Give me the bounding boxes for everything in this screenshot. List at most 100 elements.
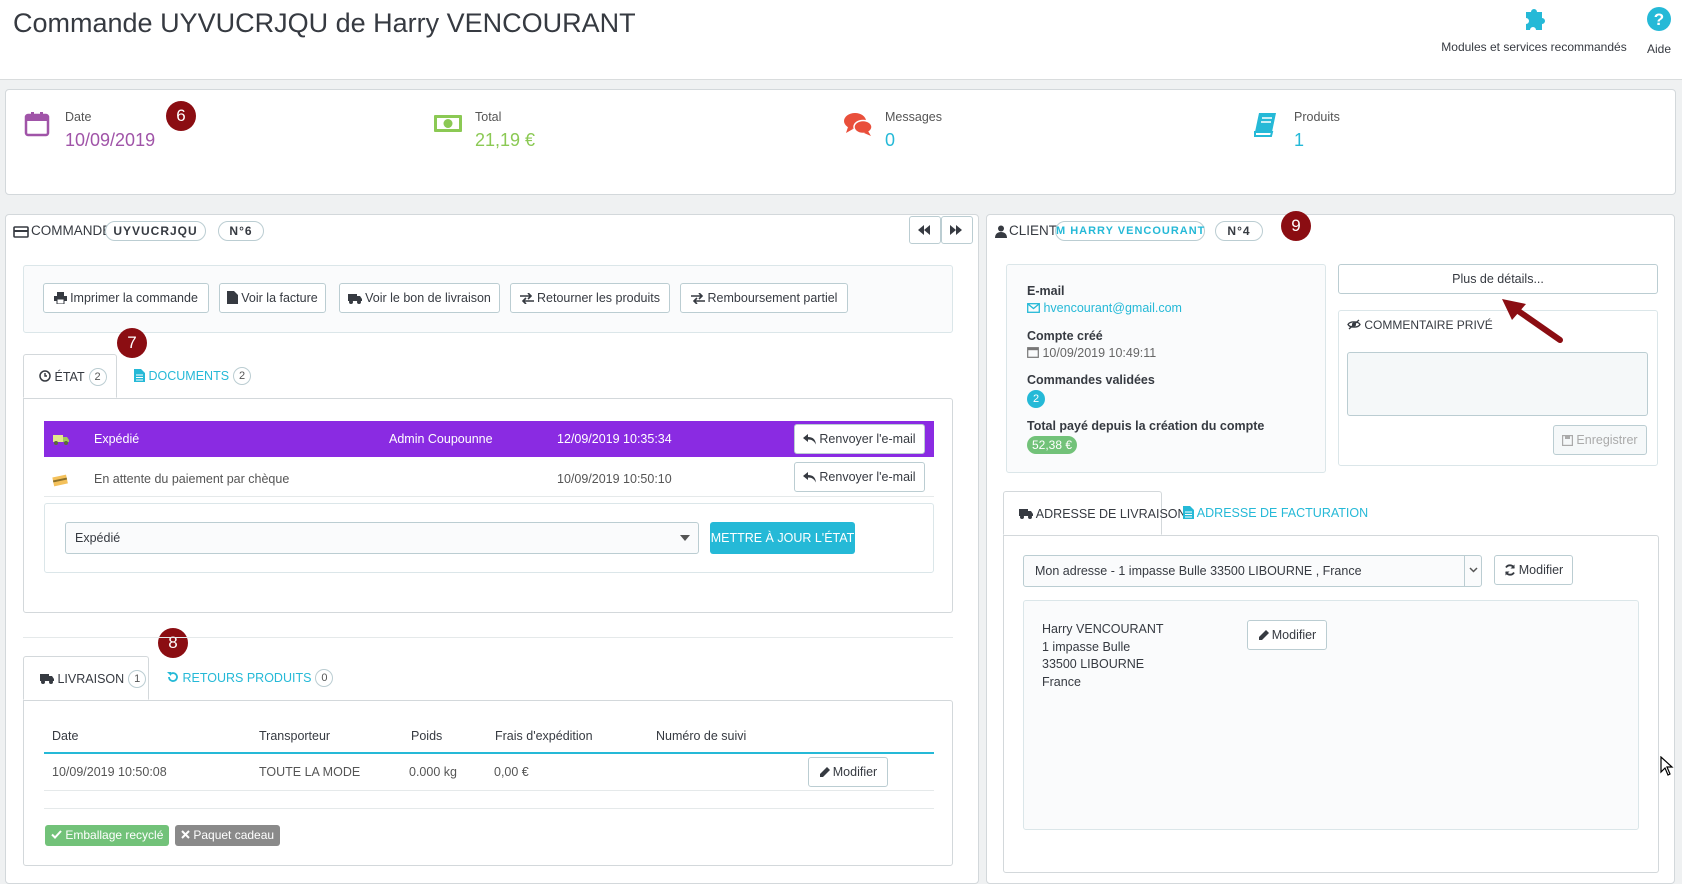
puzzle-icon: [1526, 9, 1545, 30]
address-line: Harry VENCOURANT: [1042, 622, 1164, 636]
tab-documents[interactable]: DOCUMENTS 2: [134, 354, 252, 398]
col-shipping-cost: Frais d'expédition: [495, 729, 593, 743]
reply-icon: [803, 472, 817, 483]
help-label: Aide: [1646, 42, 1672, 56]
file-icon: [227, 291, 239, 304]
callout-6: 6: [166, 101, 196, 131]
address-block: Harry VENCOURANT 1 impasse Bulle 33500 L…: [1042, 621, 1164, 691]
state-select-value: Expédié: [75, 531, 121, 545]
order-number: N°6: [218, 221, 264, 241]
payment-pending-icon: [52, 474, 68, 487]
tab-shipping-label: LIVRAISON: [57, 672, 125, 686]
address-select[interactable]: Mon adresse - 1 impasse Bulle 33500 LIBO…: [1023, 555, 1482, 587]
pencil-icon: [819, 767, 830, 777]
calendar-icon: [24, 112, 50, 137]
state-select[interactable]: Expédié: [65, 522, 699, 554]
email-label: E-mail: [1027, 284, 1065, 298]
svg-text:?: ?: [1654, 10, 1664, 29]
private-comment-textarea[interactable]: [1347, 352, 1648, 416]
view-invoice-button[interactable]: Voir la facture: [219, 283, 326, 313]
tab-product-returns[interactable]: RETOURS PRODUITS 0: [167, 656, 334, 700]
clock-icon: [39, 370, 51, 382]
resend-email-button[interactable]: Renvoyer l'e-mail: [794, 424, 925, 454]
kpi-date-label: Date: [65, 110, 92, 124]
recycled-packaging-badge: Emballage recyclé: [45, 825, 170, 846]
shipping-row: 10/09/2019 10:50:08 TOUTE LA MODE 0.000 …: [44, 755, 934, 791]
caret-down-icon: [680, 535, 690, 541]
tab-shipping[interactable]: LIVRAISON 1: [23, 656, 149, 700]
tab-status[interactable]: ÉTAT 2: [23, 354, 117, 398]
kpi-date-value: 10/09/2019: [65, 130, 156, 150]
shipping-date: 10/09/2019 10:50:08: [52, 765, 167, 779]
previous-order-button[interactable]: [909, 216, 941, 244]
modify-address-select-button[interactable]: Modifier: [1494, 555, 1573, 585]
validated-orders-count: 2: [1027, 390, 1045, 408]
account-created: 10/09/2019 10:49:11: [1027, 346, 1156, 360]
tab-shipping-address[interactable]: ADRESSE DE LIVRAISON: [1003, 491, 1187, 535]
save-icon: [1562, 435, 1574, 447]
page-header: Commande UYVUCRJQU de Harry VENCOURANT M…: [0, 0, 1682, 80]
shipping-carrier: TOUTE LA MODE: [259, 765, 361, 779]
money-icon: [434, 115, 462, 132]
credit-card-icon: [13, 226, 29, 238]
exchange-icon: [520, 292, 534, 305]
tab-status-label: ÉTAT: [54, 370, 85, 384]
page-title: Commande UYVUCRJQU de Harry VENCOURANT: [13, 8, 636, 38]
more-details-button[interactable]: Plus de détails...: [1338, 264, 1658, 294]
client-name-pill[interactable]: M HARRY VENCOURANT: [1055, 221, 1205, 241]
help-icon: ?: [1647, 7, 1671, 31]
file-text-icon: [134, 369, 145, 382]
validated-orders-label: Commandes validées: [1027, 373, 1155, 387]
resend-email-button[interactable]: Renvoyer l'e-mail: [794, 462, 925, 492]
kpi-messages-value: 0: [885, 130, 896, 150]
divider: [44, 808, 934, 809]
check-icon: [51, 830, 62, 839]
order-heading: COMMANDE: [31, 223, 112, 238]
forward-icon: [949, 225, 962, 235]
col-tracking: Numéro de suivi: [656, 729, 747, 743]
callout-8: 8: [158, 628, 188, 658]
print-icon: [54, 292, 68, 305]
mouse-cursor-icon: [1660, 756, 1674, 776]
kpi-panel: Date 10/09/2019 Total 21,19 € Messages 0…: [5, 89, 1676, 195]
partial-refund-button[interactable]: Remboursement partiel: [680, 283, 848, 313]
help-button[interactable]: ? Aide: [1640, 4, 1678, 56]
print-order-button[interactable]: Imprimer la commande: [43, 283, 209, 313]
modify-shipping-button[interactable]: Modifier: [808, 757, 888, 787]
calendar-icon: [1027, 347, 1039, 358]
history-date: 10/09/2019 10:50:10: [557, 472, 672, 486]
col-weight: Poids: [411, 729, 443, 743]
kpi-products-label: Produits: [1294, 110, 1340, 124]
shipping-cost: 0,00 €: [494, 765, 529, 779]
modules-button[interactable]: Modules et services recommandés: [1434, 4, 1634, 54]
truck-icon: [40, 674, 54, 684]
kpi-products-value: 1: [1294, 130, 1305, 150]
col-date: Date: [52, 729, 79, 743]
refresh-icon: [1504, 564, 1515, 576]
kpi-total-label: Total: [475, 110, 502, 124]
update-state-button[interactable]: METTRE À JOUR L'ÉTAT: [710, 522, 855, 554]
address-line: France: [1042, 674, 1081, 689]
annotation-arrow-icon: [1502, 299, 1563, 343]
book-icon: [1254, 113, 1276, 137]
total-paid-badge: 52,38 €: [1027, 436, 1078, 454]
next-order-button[interactable]: [941, 216, 973, 244]
divider: [23, 637, 953, 638]
save-comment-button[interactable]: Enregistrer: [1553, 425, 1647, 455]
return-products-button[interactable]: Retourner les produits: [510, 283, 670, 313]
truck-icon: [348, 294, 363, 304]
envelope-icon: [1027, 303, 1040, 313]
client-number: N°4: [1215, 221, 1263, 241]
tab-shipping-count: 1: [128, 670, 147, 688]
client-heading: CLIENT: [1009, 223, 1058, 238]
client-email-link[interactable]: hvencourant@gmail.com: [1027, 301, 1182, 315]
tab-invoice-address[interactable]: ADRESSE DE FACTURATION: [1183, 491, 1368, 535]
history-status: Expédié: [94, 432, 140, 446]
eye-slash-icon: [1347, 319, 1361, 330]
modify-address-button[interactable]: Modifier: [1247, 620, 1327, 650]
history-employee: Admin Coupounne: [389, 432, 493, 446]
view-delivery-slip-button[interactable]: Voir le bon de livraison: [339, 283, 500, 313]
account-created-value: 10/09/2019 10:49:11: [1042, 346, 1157, 360]
kpi-messages-label: Messages: [885, 110, 942, 124]
user-icon: [995, 225, 1007, 238]
